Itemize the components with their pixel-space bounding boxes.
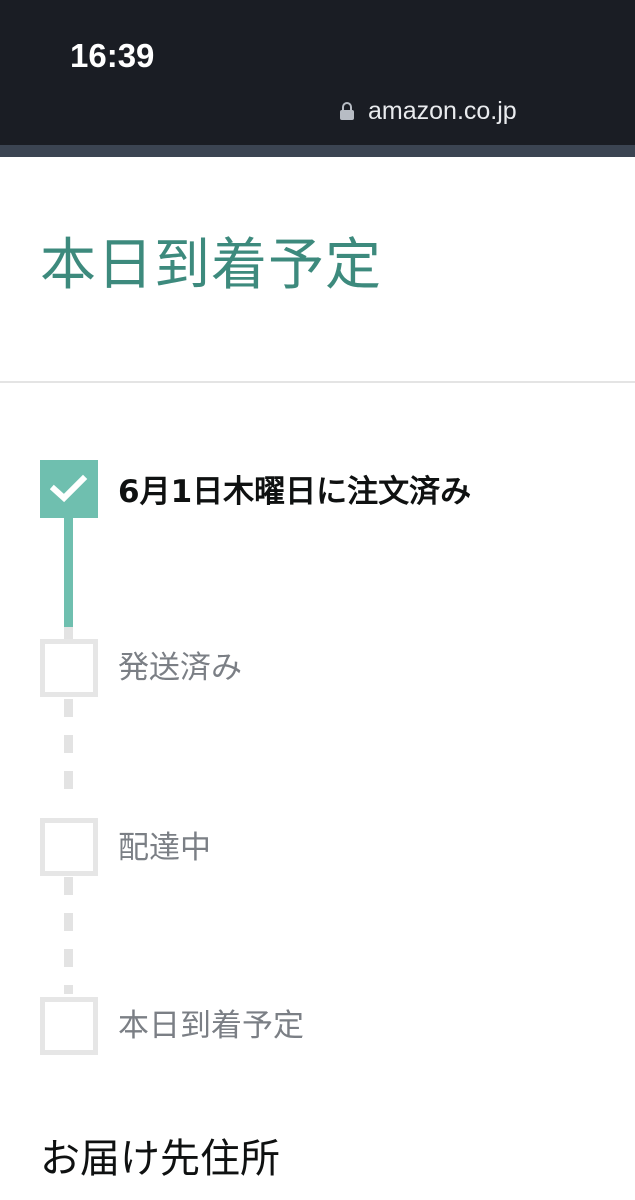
lock-icon — [340, 102, 354, 120]
step-checkbox-out-for-delivery — [40, 818, 98, 876]
step-label-out-for-delivery: 配達中 — [118, 830, 211, 866]
step-label-arriving-today: 本日到着予定 — [118, 1008, 304, 1044]
check-icon — [50, 474, 88, 503]
step-checkbox-ordered — [40, 460, 98, 518]
status-time: 16:39 — [70, 37, 155, 74]
delivery-address-heading: お届け先住所 — [40, 1136, 280, 1182]
header-accent-strip — [0, 145, 635, 157]
browser-status-bar: 16:39 amazon.co.jp — [0, 0, 635, 145]
step-label-ordered: 6月1日木曜日に注文済み — [118, 474, 472, 510]
page-title: 本日到着予定 — [40, 233, 382, 298]
url-text[interactable]: amazon.co.jp — [368, 96, 517, 126]
step-checkbox-shipped — [40, 639, 98, 697]
progress-connector-complete — [64, 515, 73, 627]
step-label-shipped: 発送済み — [118, 650, 242, 686]
address-bar[interactable]: amazon.co.jp — [340, 95, 517, 127]
step-checkbox-arriving-today — [40, 997, 98, 1055]
progress-connector-pending — [64, 877, 73, 994]
section-divider — [0, 381, 635, 383]
